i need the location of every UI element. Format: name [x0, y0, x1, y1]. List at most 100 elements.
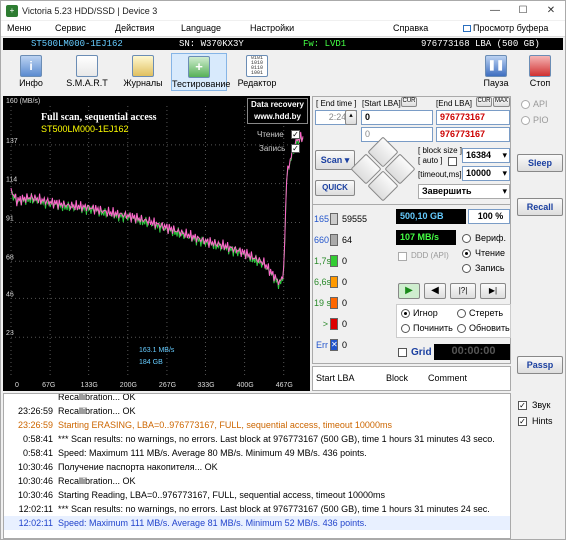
auto-checkbox[interactable] — [448, 157, 457, 166]
start-lba-field-2[interactable]: 0 — [361, 127, 433, 142]
legend-read-checkbox[interactable]: ✓ — [291, 130, 300, 139]
log-row: 10:30:46 Starting Reading, LBA=0..9767731… — [4, 488, 510, 502]
menu-item-menu[interactable]: Меню — [7, 23, 31, 33]
graph-title: Full scan, sequential access — [41, 112, 157, 123]
speed-graph: 137 114 91 68 46 23 0 67G 133G 200G 267G 333G 400G 46… — [3, 96, 310, 391]
start-lba-field[interactable]: 0 — [361, 110, 433, 125]
ignore-radio[interactable] — [401, 309, 410, 318]
editor-button-label: Редактор — [237, 78, 277, 88]
graph-subtitle: ST500LM000-1EJ162 — [41, 124, 129, 134]
log-panel[interactable]: Recallibration... OK 23:26:59 Recallibrati… — [3, 393, 511, 539]
scan-button-label: Scan — [320, 155, 343, 165]
editor-button[interactable]: 0101 1010 0110 1001 Редактор — [229, 53, 285, 91]
pause-icon: ❚❚ — [485, 55, 507, 77]
log-row: 23:26:59 Recallibration... OK — [4, 404, 510, 418]
read-radio[interactable] — [462, 249, 471, 258]
refresh-label: Обновить — [469, 323, 510, 333]
count-color-swatch — [330, 318, 338, 330]
ddd-checkbox[interactable] — [398, 252, 407, 261]
end-lba-field-2[interactable]: 976773167 — [436, 127, 510, 142]
ddd-label: DDD (API) — [411, 251, 449, 260]
scan-button[interactable]: Scan ▾ — [315, 150, 355, 170]
refresh-radio[interactable] — [457, 324, 466, 333]
count-label: 6,6s — [314, 277, 332, 287]
erase-label: Стереть — [469, 308, 504, 318]
legend-write-checkbox[interactable]: ✓ — [291, 144, 300, 153]
drive-capacity: 976773168 LBA (500 GB) — [421, 39, 540, 49]
end-time-label: [ End time ] — [316, 99, 357, 108]
title-bar: + Victoria 5.23 HDD/SSD | Device 3 — ☐ ✕ — [1, 1, 565, 20]
grid-checkbox[interactable] — [398, 348, 407, 357]
log-row: 0:58:41 *** Scan results: no warnings, no… — [4, 432, 510, 446]
pio-radio[interactable] — [521, 116, 530, 125]
timeout-select[interactable]: 10000 ▾ — [462, 166, 510, 181]
block-size-label: [ block size ] — [418, 146, 463, 155]
block-size-select[interactable]: 16384 ▾ — [462, 148, 510, 163]
journals-button[interactable]: Журналы — [115, 53, 171, 91]
skip-unknown-icon[interactable]: |?| — [450, 283, 476, 299]
log-message: Recallibration... OK — [58, 393, 136, 402]
log-time: 10:30:46 — [17, 490, 53, 500]
end-time-spin-icon[interactable]: ▴ — [345, 110, 357, 125]
col-block: Block — [386, 373, 409, 383]
speed-readout: 107 MB/s — [396, 230, 456, 245]
testing-button[interactable]: + Тестирование — [171, 53, 230, 91]
skip-to-end-icon[interactable]: ▶| — [480, 283, 506, 299]
write-radio[interactable] — [462, 264, 471, 273]
count-value: 0 — [342, 319, 348, 329]
menu-item-settings[interactable]: Настройки — [250, 23, 294, 33]
play-icon[interactable]: ▶ — [398, 283, 420, 299]
end-cur-button[interactable]: CUR — [476, 97, 492, 107]
log-time: 12:02:11 — [18, 504, 53, 514]
count-color-swatch — [330, 213, 338, 225]
x-tick-label: 67G — [42, 382, 55, 389]
journals-button-label: Журналы — [123, 78, 163, 88]
rewind-icon[interactable]: ◀ — [424, 283, 446, 299]
count-color-swatch — [330, 255, 338, 267]
verify-radio[interactable] — [462, 234, 471, 243]
maximize-button[interactable]: ☐ — [509, 1, 537, 20]
drive-info-bar: ST500LM000-1EJ162 SN: W370KX3Y Fw: LVD1 … — [3, 38, 563, 50]
binary-editor-icon: 0101 1010 0110 1001 — [246, 55, 268, 77]
start-cur-button[interactable]: CUR — [401, 97, 417, 107]
smart-chart-icon — [76, 55, 98, 77]
watermark-line2: www.hdd.by — [254, 112, 301, 121]
app-icon: + — [6, 4, 18, 17]
stop-button[interactable]: Стоп — [515, 53, 565, 91]
drive-serial: SN: W370KX3Y — [179, 39, 244, 49]
x-tick-label: 267G — [159, 382, 176, 389]
menu-item-service[interactable]: Сервис — [55, 23, 86, 33]
stop-icon — [529, 55, 551, 77]
log-time: 23:26:59 — [17, 406, 53, 416]
smart-button[interactable]: S.M.A.R.T — [59, 53, 115, 91]
info-button[interactable]: i Инфо — [3, 53, 59, 91]
quick-button[interactable]: QUICK — [315, 180, 355, 196]
log-time: 10:30:46 — [17, 462, 53, 472]
percent-value: 100 — [477, 211, 493, 221]
erase-radio[interactable] — [457, 309, 466, 318]
pio-label: PIO — [533, 115, 549, 125]
count-color-swatch: ✕ — [330, 339, 338, 351]
menu-item-buffer-view[interactable]: Просмотр буфера — [463, 23, 548, 33]
finish-action-select[interactable]: Завершить ▾ — [418, 184, 510, 199]
count-label: > — [322, 319, 328, 329]
count-value: 0 — [342, 340, 348, 350]
api-radio[interactable] — [521, 100, 530, 109]
passport-button[interactable]: Passp — [517, 356, 563, 374]
log-row: 10:30:46 Получение паспорта накопителя...… — [4, 460, 510, 474]
sleep-button[interactable]: Sleep — [517, 154, 563, 172]
menu-item-actions[interactable]: Действия — [115, 23, 154, 33]
close-button[interactable]: ✕ — [537, 1, 565, 20]
menu-item-help[interactable]: Справка — [393, 23, 428, 33]
log-message: Speed: Maximum 111 MB/s. Average 81 MB/s… — [58, 518, 367, 528]
repair-radio[interactable] — [401, 324, 410, 333]
x-tick-label: 467G — [276, 382, 293, 389]
sound-checkbox[interactable]: ✓ — [518, 401, 527, 410]
end-max-button[interactable]: MAX — [493, 97, 510, 107]
menu-item-language[interactable]: Language — [181, 23, 221, 33]
recall-button[interactable]: Recall — [517, 198, 563, 216]
hints-checkbox[interactable]: ✓ — [518, 417, 527, 426]
minimize-button[interactable]: — — [481, 1, 509, 20]
end-lba-field[interactable]: 976773167 — [436, 110, 510, 125]
log-row: 10:30:46 Recallibration... OK — [4, 474, 510, 488]
